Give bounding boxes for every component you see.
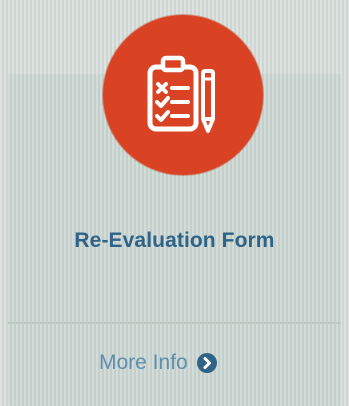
clipboard-checklist-icon (103, 15, 263, 175)
card-title[interactable]: Re-Evaluation Form (0, 229, 349, 253)
card-divider (8, 322, 341, 324)
chevron-circle-right-icon[interactable] (196, 353, 217, 373)
more-info-link[interactable]: More Info (99, 351, 217, 375)
more-info-label[interactable]: More Info (99, 351, 188, 375)
